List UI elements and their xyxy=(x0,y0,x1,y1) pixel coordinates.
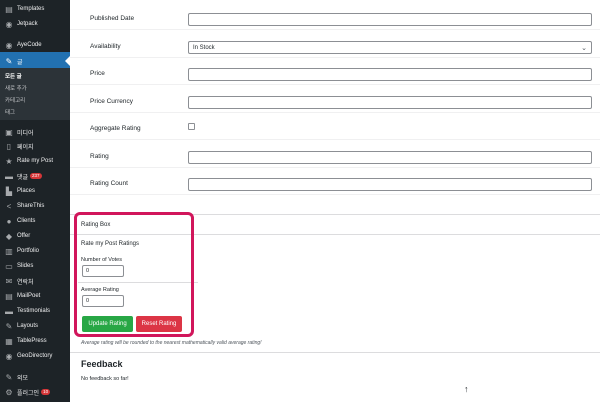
price-currency-input[interactable] xyxy=(188,96,592,109)
sidebar-item-label: AyeCode xyxy=(17,42,42,48)
comments-count-badge: 237 xyxy=(30,173,42,179)
number-of-votes-label: Number of Votes xyxy=(81,257,122,263)
posts-submenu: 모든 글 새로 추가 카테고리 태그 xyxy=(0,68,70,120)
geodirectory-icon: ◉ xyxy=(5,351,13,361)
chevron-down-icon: ⌄ xyxy=(581,44,587,52)
templates-icon: ▤ xyxy=(5,4,13,14)
sidebar-item-geodirectory[interactable]: ◉ GeoDirectory xyxy=(0,347,70,365)
submenu-tags[interactable]: 태그 xyxy=(5,108,15,116)
rating-count-label: Rating Count xyxy=(90,180,128,187)
feedback-text: No feedback so far! xyxy=(81,376,129,382)
metabox-divider xyxy=(70,214,600,215)
testimonials-icon: ▬ xyxy=(5,306,13,316)
sidebar-item-label: Places xyxy=(17,188,36,194)
price-currency-row: Price Currency xyxy=(70,86,600,113)
layouts-icon: ✎ xyxy=(5,321,13,331)
rating-input[interactable] xyxy=(188,151,592,164)
places-icon: ▙ xyxy=(5,186,13,196)
post-meta-panel: Published Date Availability In Stock ⌄ P… xyxy=(70,0,600,402)
sidebar-item-label: Clients xyxy=(17,218,36,224)
rating-label: Rating xyxy=(90,153,109,160)
sidebar-item-label: MailPoet xyxy=(17,293,41,299)
pin-icon: ✎ xyxy=(5,56,13,66)
rating-box-subtitle: Rate my Post Ratings xyxy=(81,241,140,247)
plugins-count-badge: 10 xyxy=(41,389,51,395)
price-row: Price xyxy=(70,58,600,85)
sidebar-item-label: Templates xyxy=(17,6,45,12)
sidebar-item-label: 연락처 xyxy=(17,279,34,286)
sidebar-item-label: 플러그인 xyxy=(17,390,40,397)
availability-row: Availability In Stock ⌄ xyxy=(70,31,600,58)
rating-box-title: Rating Box xyxy=(81,222,111,228)
mailpoet-icon: ▤ xyxy=(5,291,13,301)
portfolio-icon: ▥ xyxy=(5,246,13,256)
average-rating-label: Average Rating xyxy=(81,287,119,293)
sidebar-item-label: 미디어 xyxy=(17,130,34,137)
submenu-add-new[interactable]: 새로 추가 xyxy=(5,84,27,92)
availability-select[interactable]: In Stock ⌄ xyxy=(188,41,592,54)
sidebar-item-label: Layouts xyxy=(17,323,39,329)
feedback-title: Feedback xyxy=(81,359,123,369)
price-currency-label: Price Currency xyxy=(90,98,133,105)
rounding-note: Average rating will be rounded to the ne… xyxy=(81,340,262,346)
submenu-categories[interactable]: 카테고리 xyxy=(5,96,25,104)
plugins-icon: ⚙ xyxy=(5,387,13,397)
comment-icon: ▬ xyxy=(5,171,13,181)
sidebar-item-label: GeoDirectory xyxy=(17,353,53,359)
reset-rating-button[interactable]: Reset Rating xyxy=(136,316,182,332)
sidebar-item-label: Slides xyxy=(17,263,34,269)
sidebar-item-label: Portfolio xyxy=(17,248,40,254)
jetpack-icon: ◉ xyxy=(5,19,13,29)
sidebar-item-label: TablePress xyxy=(17,338,47,344)
sidebar-item-plugins[interactable]: ⚙ 플러그인 10 xyxy=(0,383,70,401)
contact-icon: ✉ xyxy=(5,276,13,286)
page-icon: ▯ xyxy=(6,141,12,151)
published-date-input[interactable] xyxy=(188,13,592,26)
aggregate-rating-row: Aggregate Rating xyxy=(70,113,600,140)
average-rating-input[interactable]: 0 xyxy=(82,295,124,307)
sidebar-item-label: 외모 xyxy=(17,375,29,382)
aggregate-rating-checkbox[interactable] xyxy=(188,123,195,130)
admin-sidebar: ▤ Templates ◉ Jetpack ◉ AyeCode ✎ 글 모든 글… xyxy=(0,0,70,402)
mouse-cursor-icon: ↑ xyxy=(464,384,469,394)
votes-divider xyxy=(78,282,198,283)
clients-icon: ● xyxy=(6,216,12,226)
sidebar-item-label: Testimonials xyxy=(17,308,51,314)
share-icon: < xyxy=(6,201,12,211)
sidebar-item-label: ShareThis xyxy=(17,203,45,209)
rating-count-row: Rating Count xyxy=(70,168,600,195)
slides-icon: ▭ xyxy=(5,261,13,271)
price-label: Price xyxy=(90,70,105,77)
metabox-header-divider xyxy=(70,234,600,235)
aggregate-rating-label: Aggregate Rating xyxy=(90,125,141,132)
offer-icon: ◆ xyxy=(5,231,13,241)
number-of-votes-input[interactable]: 0 xyxy=(82,265,124,277)
published-date-row: Published Date xyxy=(70,3,600,30)
availability-selected-value: In Stock xyxy=(193,44,215,51)
published-date-label: Published Date xyxy=(90,15,135,22)
availability-label: Availability xyxy=(90,43,121,50)
sidebar-item-label: 글 xyxy=(17,59,23,66)
appearance-icon: ✎ xyxy=(5,372,13,382)
rating-row: Rating xyxy=(70,141,600,168)
feedback-divider xyxy=(70,352,600,353)
price-input[interactable] xyxy=(188,68,592,81)
sidebar-item-label: Rate my Post xyxy=(17,158,54,164)
sidebar-item-label: 페이지 xyxy=(17,144,34,151)
tablepress-icon: ▦ xyxy=(5,336,13,346)
sidebar-item-label: 댓글 xyxy=(17,174,29,181)
star-icon: ★ xyxy=(5,156,13,166)
submenu-all-posts[interactable]: 모든 글 xyxy=(5,72,22,80)
sidebar-item-label: Offer xyxy=(17,233,31,239)
rating-count-input[interactable] xyxy=(188,178,592,191)
sidebar-item-label: Jetpack xyxy=(17,21,38,27)
sidebar-item-jetpack[interactable]: ◉ Jetpack xyxy=(0,15,70,33)
ayecode-icon: ◉ xyxy=(5,40,13,50)
update-rating-button[interactable]: Update Rating xyxy=(82,316,133,332)
